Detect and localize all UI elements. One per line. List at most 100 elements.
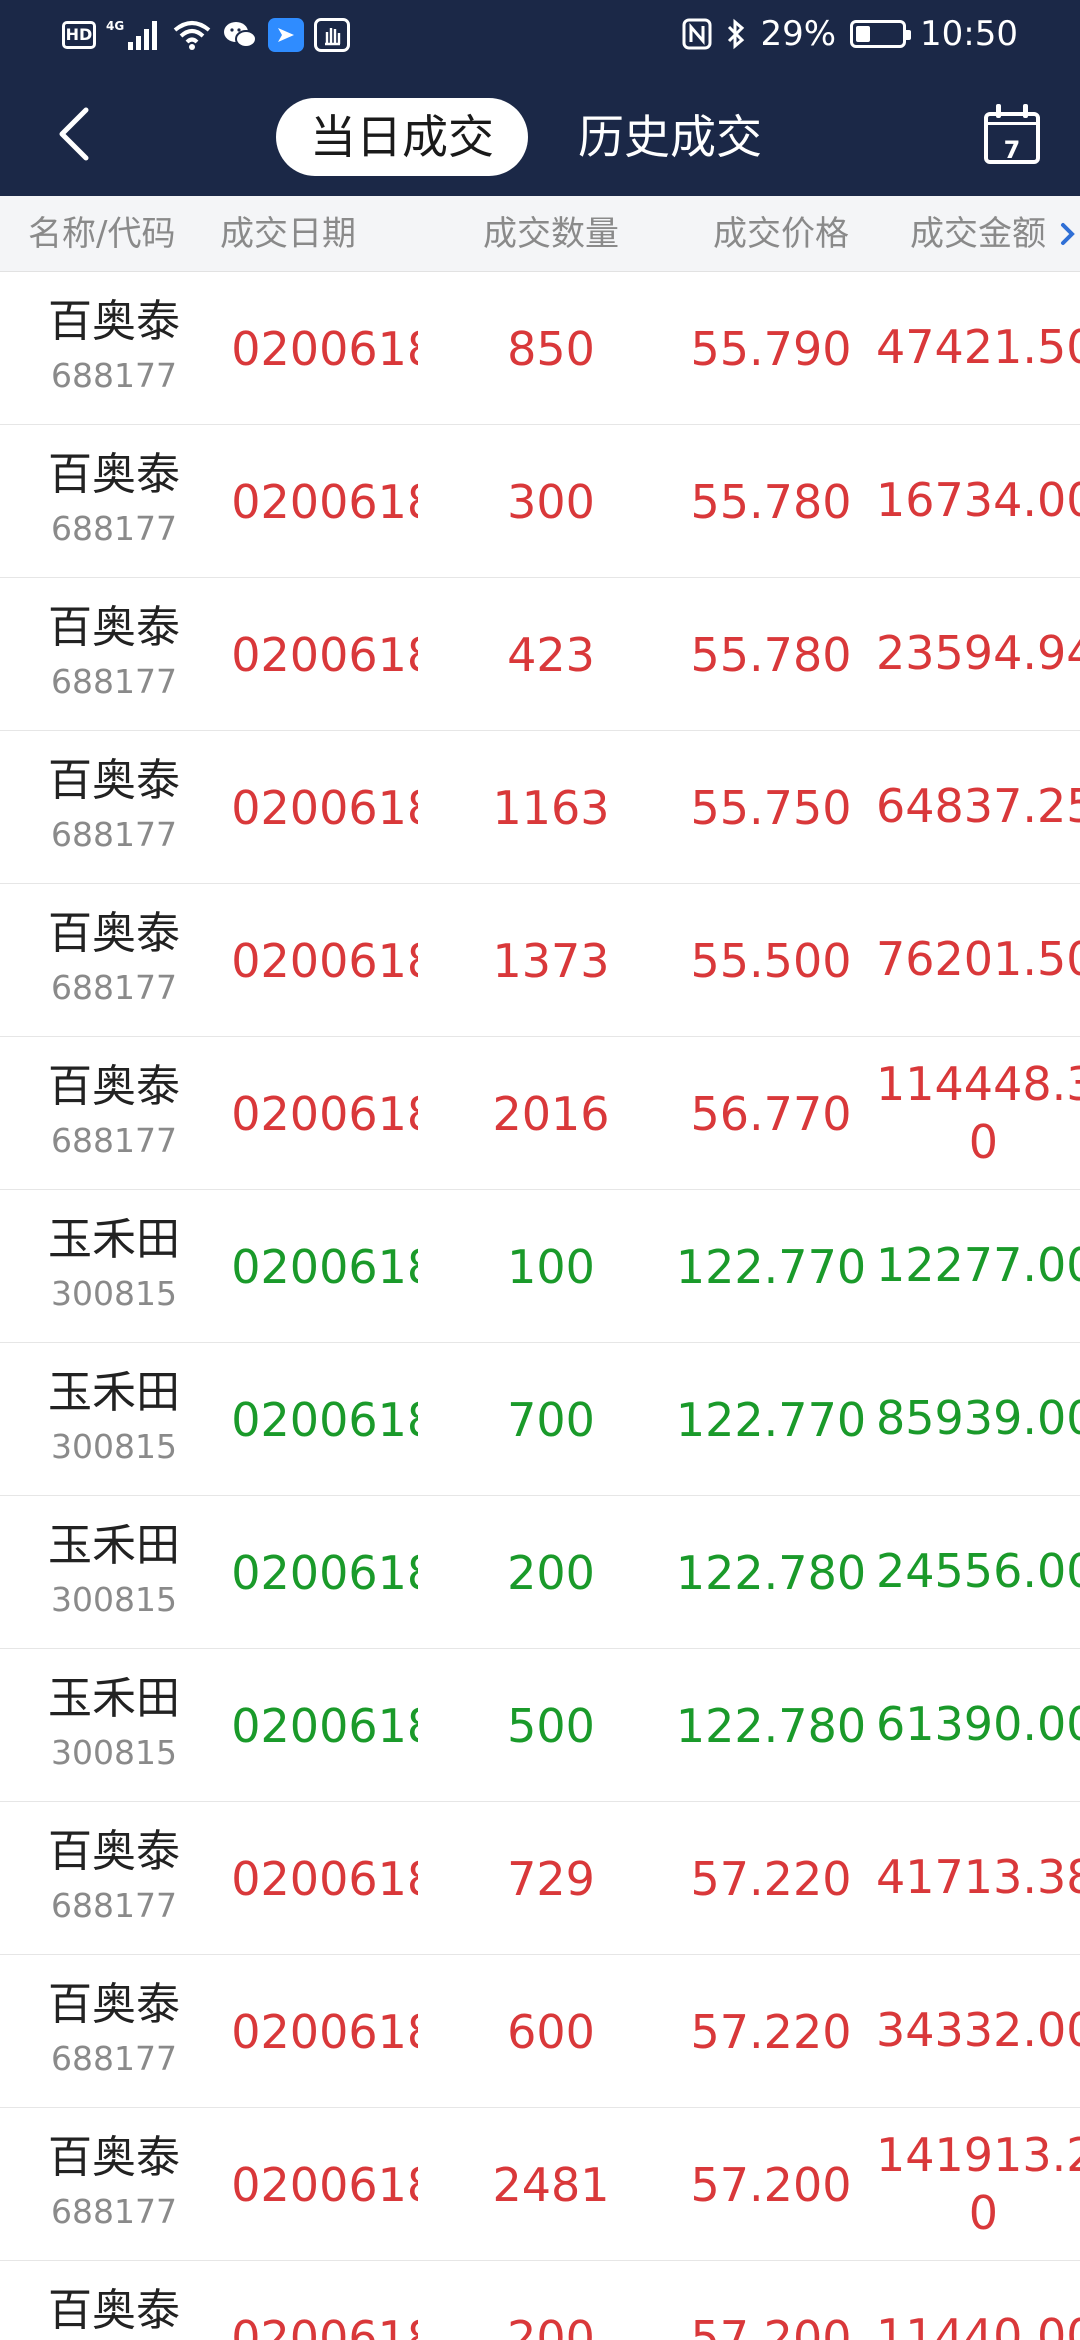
wechat-icon [222,19,258,51]
stock-name: 百奥泰 [48,296,180,347]
stock-code: 688177 [51,662,177,701]
trade-date: 20200618 [228,1239,418,1294]
stock-code: 688177 [51,2039,177,2078]
stock-name: 百奥泰 [48,449,180,500]
stock-cell: 百奥泰 688177 [0,2261,228,2340]
stock-cell: 玉禾田 300815 [0,1343,228,1495]
stock-name: 玉禾田 [48,1367,180,1418]
table-row[interactable]: 百奥泰 688177 20200618 300 55.780 16734.000 [0,425,1080,578]
nav-bar: 当日成交 历史成交 7 [0,76,1080,196]
stock-cell: 百奥泰 688177 [0,578,228,730]
trade-amount: 141913.200 [876,2128,1080,2240]
status-bar: HD 4G 29% 10:50 [0,0,1080,76]
trade-amount: 16734.000 [876,473,1080,527]
stock-code: 688177 [51,1121,177,1160]
stock-name: 玉禾田 [48,1520,180,1571]
stock-cell: 百奥泰 688177 [0,884,228,1036]
column-trade-price[interactable]: 成交价格 [676,196,886,271]
stock-cell: 玉禾田 300815 [0,1496,228,1648]
table-row[interactable]: 百奥泰 688177 20200618 2481 57.200 141913.2… [0,2108,1080,2261]
hd-icon: HD [62,21,96,49]
stock-name: 玉禾田 [48,1673,180,1724]
trade-quantity: 729 [507,1851,595,1906]
trade-amount: 114448.320 [876,1057,1080,1169]
trade-amount: 24556.000 [876,1544,1080,1598]
trade-price: 55.500 [690,933,852,988]
trade-quantity: 2481 [492,2157,610,2212]
stock-name: 百奥泰 [48,908,180,959]
trade-price: 57.200 [690,2157,852,2212]
stock-cell: 百奥泰 688177 [0,1802,228,1954]
column-header: 名称/代码 成交日期 成交数量 成交价格 成交金额 [0,196,1080,272]
table-row[interactable]: 百奥泰 688177 20200618 200 57.200 11440.000 [0,2261,1080,2340]
trade-amount: 23594.940 [876,626,1080,680]
table-row[interactable]: 玉禾田 300815 20200618 700 122.770 85939.00… [0,1343,1080,1496]
trade-amount: 47421.500 [876,320,1080,374]
trade-date: 20200618 [228,780,418,835]
trade-quantity: 500 [507,1698,595,1753]
stock-cell: 百奥泰 688177 [0,272,228,424]
trade-price: 56.770 [690,1086,852,1141]
table-row[interactable]: 百奥泰 688177 20200618 729 57.220 41713.380 [0,1802,1080,1955]
stock-code: 688177 [51,1886,177,1925]
table-row[interactable]: 百奥泰 688177 20200618 1163 55.750 64837.25… [0,731,1080,884]
trade-quantity: 423 [507,627,595,682]
stock-code: 688177 [51,968,177,1007]
trade-price: 122.780 [675,1698,867,1753]
trade-price: 55.790 [690,321,852,376]
status-left-icons: HD 4G [62,18,350,52]
calendar-icon: 7 [984,112,1040,164]
stock-cell: 玉禾田 300815 [0,1649,228,1801]
stock-name: 百奥泰 [48,1826,180,1877]
nfc-icon [682,18,712,50]
stock-code: 300815 [51,1733,177,1772]
table-row[interactable]: 百奥泰 688177 20200618 1373 55.500 76201.50… [0,884,1080,1037]
network-type-label: 4G [106,19,124,33]
stock-code: 688177 [51,2192,177,2231]
table-row[interactable]: 百奥泰 688177 20200618 2016 56.770 114448.3… [0,1037,1080,1190]
stock-name: 百奥泰 [48,602,180,653]
calendar-button[interactable]: 7 [984,104,1042,164]
column-trade-quantity[interactable]: 成交数量 [446,196,656,271]
trade-amount: 76201.500 [876,932,1080,986]
back-button[interactable] [44,102,104,166]
chevron-right-icon[interactable] [1058,222,1076,246]
stock-cell: 百奥泰 688177 [0,2108,228,2260]
clock-time: 10:50 [920,14,1018,54]
hand-gesture-icon [314,18,350,52]
stock-name: 玉禾田 [48,1214,180,1265]
stock-name: 百奥泰 [48,1979,180,2030]
column-trade-date[interactable]: 成交日期 [220,196,428,271]
stock-code: 688177 [51,815,177,854]
column-name-code[interactable]: 名称/代码 [28,196,228,271]
trade-list[interactable]: 百奥泰 688177 20200618 850 55.790 47421.500… [0,272,1080,2340]
table-row[interactable]: 百奥泰 688177 20200618 600 57.220 34332.000 [0,1955,1080,2108]
stock-name: 百奥泰 [48,755,180,806]
table-row[interactable]: 百奥泰 688177 20200618 423 55.780 23594.940 [0,578,1080,731]
table-row[interactable]: 玉禾田 300815 20200618 200 122.780 24556.00… [0,1496,1080,1649]
app-header: HD 4G 29% 10:50 当日成交 历史成交 7 [0,0,1080,196]
column-trade-amount[interactable]: 成交金额 [910,196,1080,271]
stock-cell: 百奥泰 688177 [0,1955,228,2107]
trade-date: 20200618 [228,1698,418,1753]
trade-price: 122.780 [675,1545,867,1600]
stock-cell: 百奥泰 688177 [0,731,228,883]
trade-date: 20200618 [228,321,418,376]
trade-date: 20200618 [228,1851,418,1906]
trade-quantity: 100 [507,1239,595,1294]
trade-quantity: 200 [507,2310,595,2340]
wifi-icon [172,18,212,52]
table-row[interactable]: 百奥泰 688177 20200618 850 55.790 47421.500 [0,272,1080,425]
trade-price: 55.750 [690,780,852,835]
trade-price: 57.200 [690,2310,852,2340]
tab-today-trades[interactable]: 当日成交 [276,98,528,176]
tab-history-trades[interactable]: 历史成交 [544,98,796,176]
table-row[interactable]: 玉禾田 300815 20200618 500 122.780 61390.00… [0,1649,1080,1802]
trade-amount: 41713.380 [876,1850,1080,1904]
trade-quantity: 1163 [492,780,610,835]
signal-icon: 4G [106,18,162,52]
battery-icon [850,20,912,48]
trade-date: 20200618 [228,2004,418,2059]
trade-price: 55.780 [690,474,852,529]
table-row[interactable]: 玉禾田 300815 20200618 100 122.770 12277.00… [0,1190,1080,1343]
